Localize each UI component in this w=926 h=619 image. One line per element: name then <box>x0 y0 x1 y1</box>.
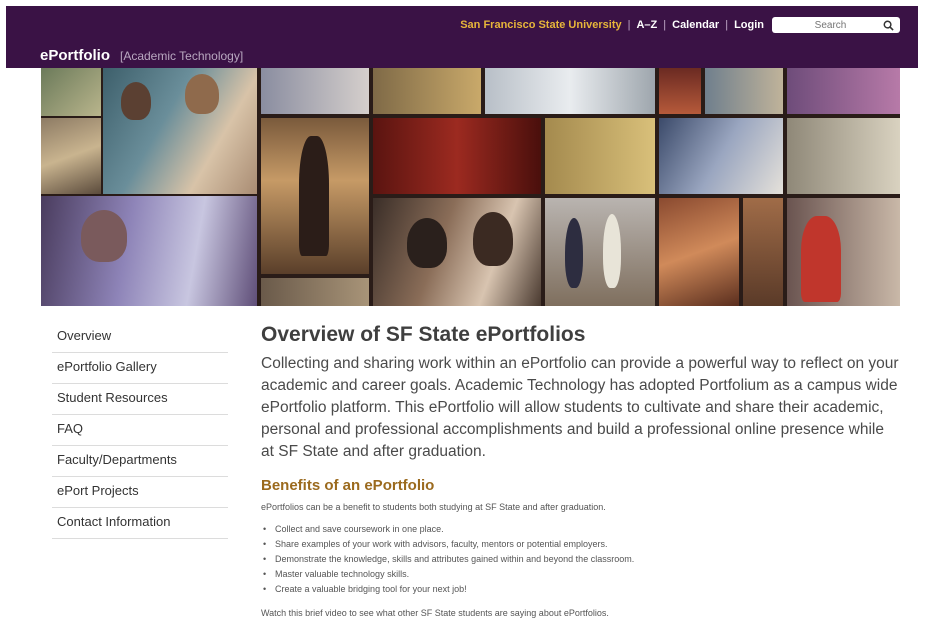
sidebar-nav: Overview ePortfolio Gallery Student Reso… <box>52 322 228 539</box>
photo-tile <box>261 278 369 306</box>
sidebar-item-contact-information[interactable]: Contact Information <box>52 508 228 539</box>
sidebar-item-eport-projects[interactable]: ePort Projects <box>52 477 228 508</box>
photo-tile <box>705 68 783 114</box>
photo-tile <box>787 118 900 194</box>
sidebar-item-student-resources[interactable]: Student Resources <box>52 384 228 415</box>
list-item: Create a valuable bridging tool for your… <box>261 582 901 597</box>
photo-tile <box>659 68 701 114</box>
sidebar-item-eportfolio-gallery[interactable]: ePortfolio Gallery <box>52 353 228 384</box>
photo-tile <box>787 68 900 114</box>
benefits-heading: Benefits of an ePortfolio <box>261 477 435 494</box>
photo-tile <box>485 68 655 114</box>
photo-tile <box>743 198 783 306</box>
photo-tile <box>103 68 257 194</box>
search-icon[interactable] <box>883 20 894 31</box>
main-content: Overview of SF State ePortfolios Collect… <box>261 322 901 619</box>
search-input[interactable] <box>778 19 883 31</box>
hero-photo-collage <box>41 68 900 306</box>
photo-tile <box>41 68 101 116</box>
photo-tile <box>545 118 655 194</box>
a-z-link[interactable]: A–Z <box>636 19 657 31</box>
list-item: Master valuable technology skills. <box>261 567 901 582</box>
watch-video-text: Watch this brief video to see what other… <box>261 608 609 618</box>
photo-tile <box>373 198 541 306</box>
divider: | <box>663 19 667 31</box>
calendar-link[interactable]: Calendar <box>672 19 719 31</box>
search-box <box>772 17 900 33</box>
divider: | <box>725 19 729 31</box>
photo-tile <box>659 118 783 194</box>
brand-name[interactable]: ePortfolio <box>40 47 110 64</box>
sidebar-item-faculty-departments[interactable]: Faculty/Departments <box>52 446 228 477</box>
photo-tile <box>787 198 900 306</box>
intro-paragraph: Collecting and sharing work within an eP… <box>261 355 899 460</box>
login-link[interactable]: Login <box>734 19 764 31</box>
benefits-list: Collect and save coursework in one place… <box>261 522 901 597</box>
sidebar-item-overview[interactable]: Overview <box>52 322 228 353</box>
university-link[interactable]: San Francisco State University <box>460 19 621 31</box>
photo-tile <box>261 118 369 274</box>
list-item: Demonstrate the knowledge, skills and at… <box>261 552 901 567</box>
benefits-intro: ePortfolios can be a benefit to students… <box>261 502 606 512</box>
sidebar-item-faq[interactable]: FAQ <box>52 415 228 446</box>
photo-tile <box>659 198 739 306</box>
photo-tile <box>373 118 541 194</box>
photo-tile <box>545 198 655 306</box>
page-title: Overview of SF State ePortfolios <box>261 323 586 346</box>
list-item: Collect and save coursework in one place… <box>261 522 901 537</box>
utility-nav: San Francisco State University | A–Z | C… <box>460 16 900 34</box>
site-header: San Francisco State University | A–Z | C… <box>6 6 918 68</box>
site-brand: ePortfolio [Academic Technology] <box>40 47 243 64</box>
photo-tile <box>41 196 257 306</box>
photo-tile <box>261 68 369 114</box>
photo-tile <box>373 68 481 114</box>
list-item: Share examples of your work with advisor… <box>261 537 901 552</box>
divider: | <box>627 19 631 31</box>
brand-unit: [Academic Technology] <box>120 49 244 63</box>
photo-tile <box>41 118 101 194</box>
